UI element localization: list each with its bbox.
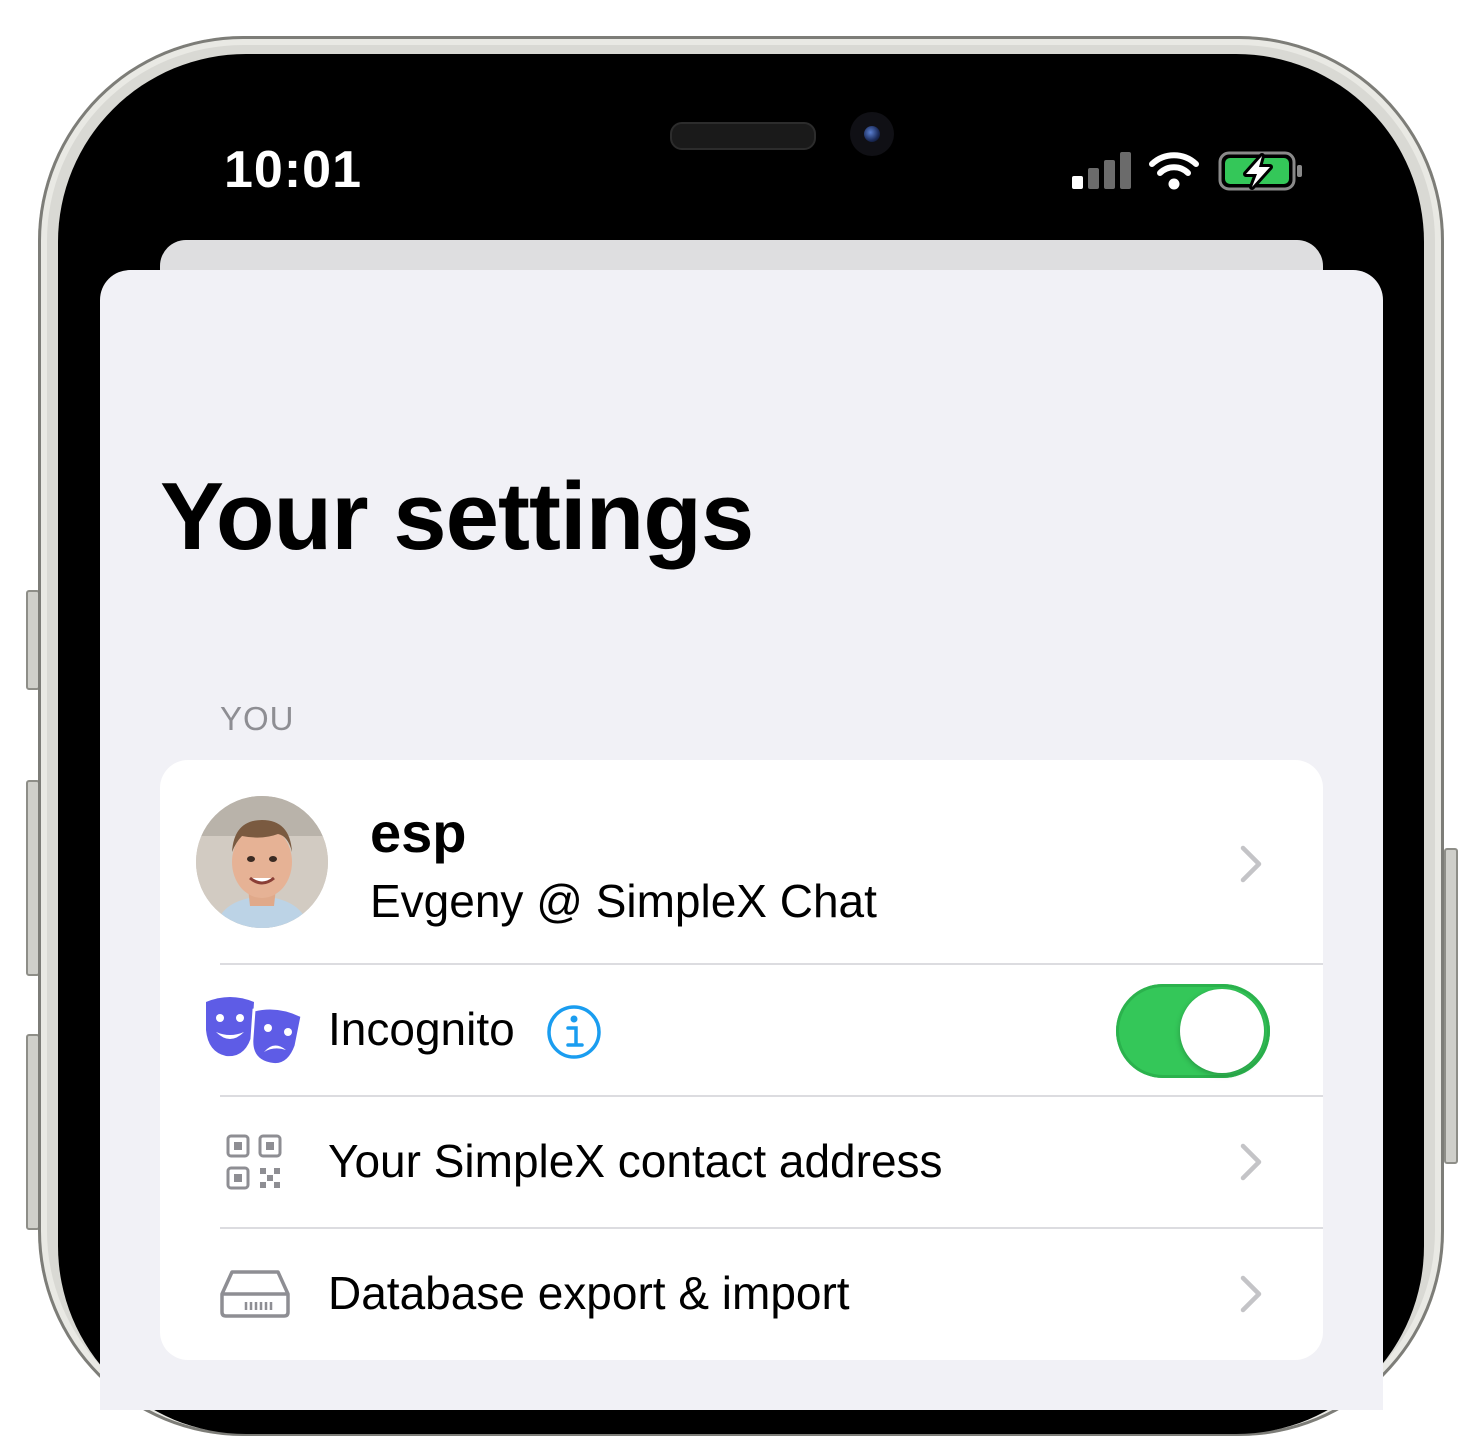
toggle-knob	[1180, 989, 1264, 1073]
power-button	[1444, 848, 1458, 1164]
status-time: 10:01	[224, 141, 362, 199]
contact-address-label: Your SimpleX contact address	[328, 1135, 943, 1187]
info-icon[interactable]	[546, 1004, 602, 1060]
database-drive-icon	[220, 1270, 290, 1318]
earpiece-speaker	[670, 122, 816, 150]
theater-masks-icon	[206, 997, 304, 1066]
settings-card-you: esp Evgeny @ SimpleX Chat Incognito Your…	[160, 760, 1323, 1360]
contact-address-row[interactable]: Your SimpleX contact address	[160, 1096, 1323, 1228]
database-row[interactable]: Database export & import	[160, 1228, 1323, 1360]
incognito-label: Incognito	[328, 1003, 515, 1055]
page-title: Your settings	[160, 463, 754, 570]
chevron-right-icon	[1240, 1143, 1262, 1181]
incognito-toggle[interactable]	[1116, 984, 1270, 1078]
database-label: Database export & import	[328, 1267, 850, 1319]
wifi-icon	[1149, 152, 1199, 190]
cellular-signal-icon	[1072, 152, 1131, 189]
qr-code-icon	[226, 1134, 282, 1190]
front-camera	[850, 112, 894, 156]
chevron-right-icon	[1240, 1275, 1262, 1313]
section-header-you: YOU	[220, 700, 295, 737]
battery-charging-icon	[1218, 151, 1302, 191]
incognito-row: Incognito	[160, 760, 1323, 1096]
